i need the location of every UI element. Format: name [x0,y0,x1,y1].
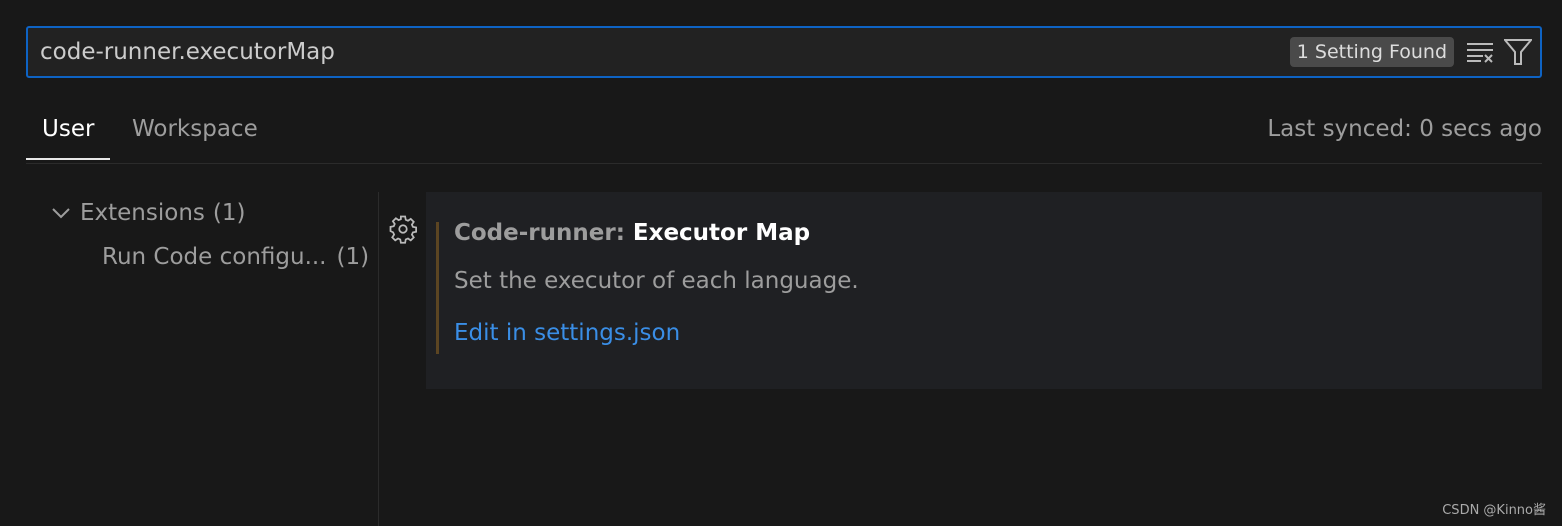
settings-tabs: User Workspace Last synced: 0 secs ago [26,104,1542,164]
sync-status: Last synced: 0 secs ago [1267,116,1542,142]
toc-group-count: (1) [212,200,246,226]
toc-run-code[interactable]: Run Code configu... (1) [102,244,369,270]
sash-divider[interactable] [378,192,379,526]
setting-description: Set the executor of each language. [454,268,859,294]
filter-icon[interactable] [1502,36,1534,68]
toc-extensions[interactable]: Extensions (1) [50,200,369,226]
setting-title: Code-runner: Executor Map [454,220,810,246]
settings-search[interactable]: 1 Setting Found [26,26,1542,78]
toc-item-count: (1) [336,244,370,270]
gear-icon[interactable] [388,214,418,248]
watermark: CSDN @Kinno酱 [1442,503,1546,518]
search-input[interactable] [40,39,1290,65]
setting-name: Executor Map [632,220,811,246]
edit-in-settings-json-link[interactable]: Edit in settings.json [454,320,680,346]
tab-user[interactable]: User [26,116,111,160]
settings-toc: Extensions (1) Run Code configu... (1) [50,200,369,270]
setting-item: Code-runner: Executor Map Set the execut… [426,192,1542,389]
tab-workspace[interactable]: Workspace [116,116,274,158]
modified-indicator [436,222,439,354]
clear-filter-icon[interactable] [1464,36,1496,68]
setting-category: Code-runner: [454,220,633,246]
toc-group-label: Extensions [80,200,205,226]
toc-item-label: Run Code configu... [102,244,327,270]
chevron-down-icon [52,208,70,219]
result-count-badge: 1 Setting Found [1289,37,1454,67]
